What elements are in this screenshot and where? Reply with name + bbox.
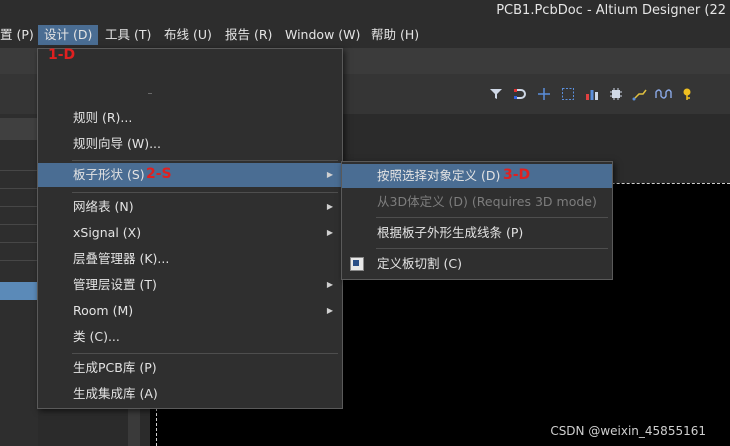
menu-separator — [376, 217, 608, 218]
active-toolbar — [480, 84, 730, 106]
submenu-item-define-from-3d[interactable]: 从3D体定义 (D) (Requires 3D mode) — [342, 190, 612, 214]
submenu-arrow-icon: ▶ — [326, 306, 333, 315]
annotation-step-3: 3-D — [503, 167, 531, 183]
panel-row-divider — [0, 224, 38, 225]
panel-header — [0, 118, 38, 140]
menu-item-xsignal[interactable]: xSignal (X) ▶ — [38, 221, 342, 245]
pin-icon[interactable] — [678, 84, 698, 104]
menu-item-layer-sets-label: 管理层设置 (T) — [73, 277, 157, 292]
menu-separator — [72, 160, 338, 161]
window-title: PCB1.PcbDoc - Altium Designer (22 — [496, 3, 726, 18]
board-shape-submenu: 按照选择对象定义 (D) 从3D体定义 (D) (Requires 3D mod… — [341, 161, 613, 280]
panel-row-divider — [0, 206, 38, 207]
menu-bar: 置 (P) 设计 (D) 工具 (T) 布线 (U) 报告 (R) Window… — [0, 22, 730, 48]
menu-ghost-mark — [148, 93, 152, 94]
menu-item-make-pcb-lib[interactable]: 生成PCB库 (P) — [38, 356, 342, 380]
design-menu: 规则 (R)... 规则向导 (W)... 板子形状 (S) ▶ 网络表 (N)… — [37, 48, 343, 409]
menu-item-room[interactable]: Room (M) ▶ — [38, 299, 342, 323]
panel-row-divider — [0, 170, 38, 171]
annotation-step-1: 1-D — [48, 47, 76, 63]
watermark: CSDN @weixin_45855161 — [550, 424, 706, 438]
crosshair-icon[interactable] — [534, 84, 554, 104]
submenu-item-create-primitives[interactable]: 根据板子外形生成线条 (P) — [342, 221, 612, 245]
menu-tools[interactable]: 工具 (T) — [99, 25, 157, 45]
menu-reports[interactable]: 报告 (R) — [219, 25, 278, 45]
submenu-arrow-icon: ▶ — [326, 170, 333, 179]
menu-item-layer-sets[interactable]: 管理层设置 (T) ▶ — [38, 273, 342, 297]
panel-row-divider — [0, 260, 38, 261]
menu-item-rules-wizard[interactable]: 规则向导 (W)... — [38, 132, 342, 156]
menu-item-layer-stack[interactable]: 层叠管理器 (K)... — [38, 247, 342, 271]
menu-item-board-shape-label: 板子形状 (S) — [73, 167, 145, 182]
wave-icon[interactable] — [654, 84, 674, 104]
route-icon[interactable] — [630, 84, 650, 104]
left-panel — [0, 114, 38, 446]
menu-item-make-int-lib[interactable]: 生成集成库 (A) — [38, 382, 342, 406]
submenu-arrow-icon: ▶ — [326, 228, 333, 237]
menu-separator — [72, 353, 338, 354]
board-cutout-icon — [350, 257, 364, 271]
menu-item-xsignal-label: xSignal (X) — [73, 225, 142, 240]
magnet-icon[interactable] — [510, 84, 530, 104]
submenu-item-define-cutout[interactable]: 定义板切割 (C) — [342, 252, 612, 276]
menu-item-rules[interactable]: 规则 (R)... — [38, 106, 342, 130]
filter-icon[interactable] — [486, 84, 506, 104]
menu-item-classes[interactable]: 类 (C)... — [38, 325, 342, 349]
chip-icon[interactable] — [606, 84, 626, 104]
menu-separator — [376, 248, 608, 249]
submenu-item-define-cutout-label: 定义板切割 (C) — [377, 256, 462, 271]
menu-window[interactable]: Window (W) — [279, 25, 366, 45]
menu-design[interactable]: 设计 (D) — [38, 25, 99, 45]
annotation-step-2: 2-S — [146, 166, 172, 182]
panel-selected-row[interactable] — [0, 282, 38, 300]
chart-icon[interactable] — [582, 84, 602, 104]
menu-item-board-shape[interactable]: 板子形状 (S) ▶ — [38, 163, 342, 187]
menu-item-netlist[interactable]: 网络表 (N) ▶ — [38, 195, 342, 219]
menu-item-room-label: Room (M) — [73, 303, 134, 318]
select-rect-icon[interactable] — [558, 84, 578, 104]
panel-row-divider — [0, 242, 38, 243]
submenu-arrow-icon: ▶ — [326, 280, 333, 289]
menu-help[interactable]: 帮助 (H) — [365, 25, 425, 45]
panel-row-divider — [0, 188, 38, 189]
menu-route[interactable]: 布线 (U) — [158, 25, 218, 45]
submenu-item-define-from-selection[interactable]: 按照选择对象定义 (D) — [342, 164, 612, 188]
title-bar: PCB1.PcbDoc - Altium Designer (22 — [0, 0, 730, 22]
menu-item-netlist-label: 网络表 (N) — [73, 199, 134, 214]
menu-separator — [72, 192, 338, 193]
menu-place[interactable]: 置 (P) — [0, 25, 40, 45]
submenu-arrow-icon: ▶ — [326, 202, 333, 211]
